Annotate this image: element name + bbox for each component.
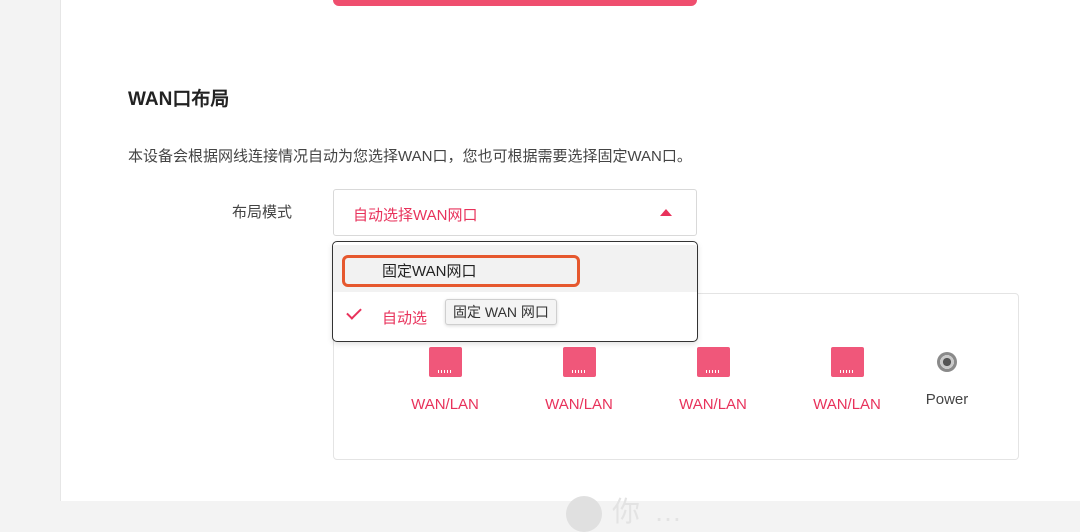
ethernet-port-icon <box>696 347 730 377</box>
layout-mode-label: 布局模式 <box>232 204 293 221</box>
port-label: WAN/LAN <box>545 396 613 413</box>
layout-mode-select[interactable]: 自动选择WAN网口 <box>333 189 697 236</box>
port-label: Power <box>925 391 969 408</box>
section-description: 本设备会根据网线连接情况自动为您选择WAN口，您也可根据需要选择固定WAN口。 <box>128 148 692 165</box>
port-item: WAN/LAN <box>663 347 763 413</box>
port-item: WAN/LAN <box>395 347 495 413</box>
ethernet-port-icon <box>830 347 864 377</box>
power-port-icon <box>937 352 957 372</box>
port-item: WAN/LAN <box>797 347 897 413</box>
bottom-circle-icon <box>566 496 602 532</box>
caret-up-icon <box>660 209 672 216</box>
check-icon <box>346 304 362 320</box>
highlight-box <box>342 255 580 287</box>
bottom-partial-text: 你… <box>612 496 697 527</box>
layout-mode-selected-value: 自动选择WAN网口 <box>353 207 478 224</box>
port-item: WAN/LAN <box>529 347 629 413</box>
port-label: WAN/LAN <box>813 396 881 413</box>
port-label: WAN/LAN <box>411 396 479 413</box>
option-label: 自动选 <box>382 310 428 327</box>
ethernet-port-icon <box>562 347 596 377</box>
top-action-button[interactable] <box>333 0 697 6</box>
port-item: Power <box>897 347 997 408</box>
section-title: WAN口布局 <box>128 89 230 110</box>
ethernet-port-icon <box>428 347 462 377</box>
tooltip: 固定 WAN 网口 <box>445 299 557 325</box>
port-label: WAN/LAN <box>679 396 747 413</box>
